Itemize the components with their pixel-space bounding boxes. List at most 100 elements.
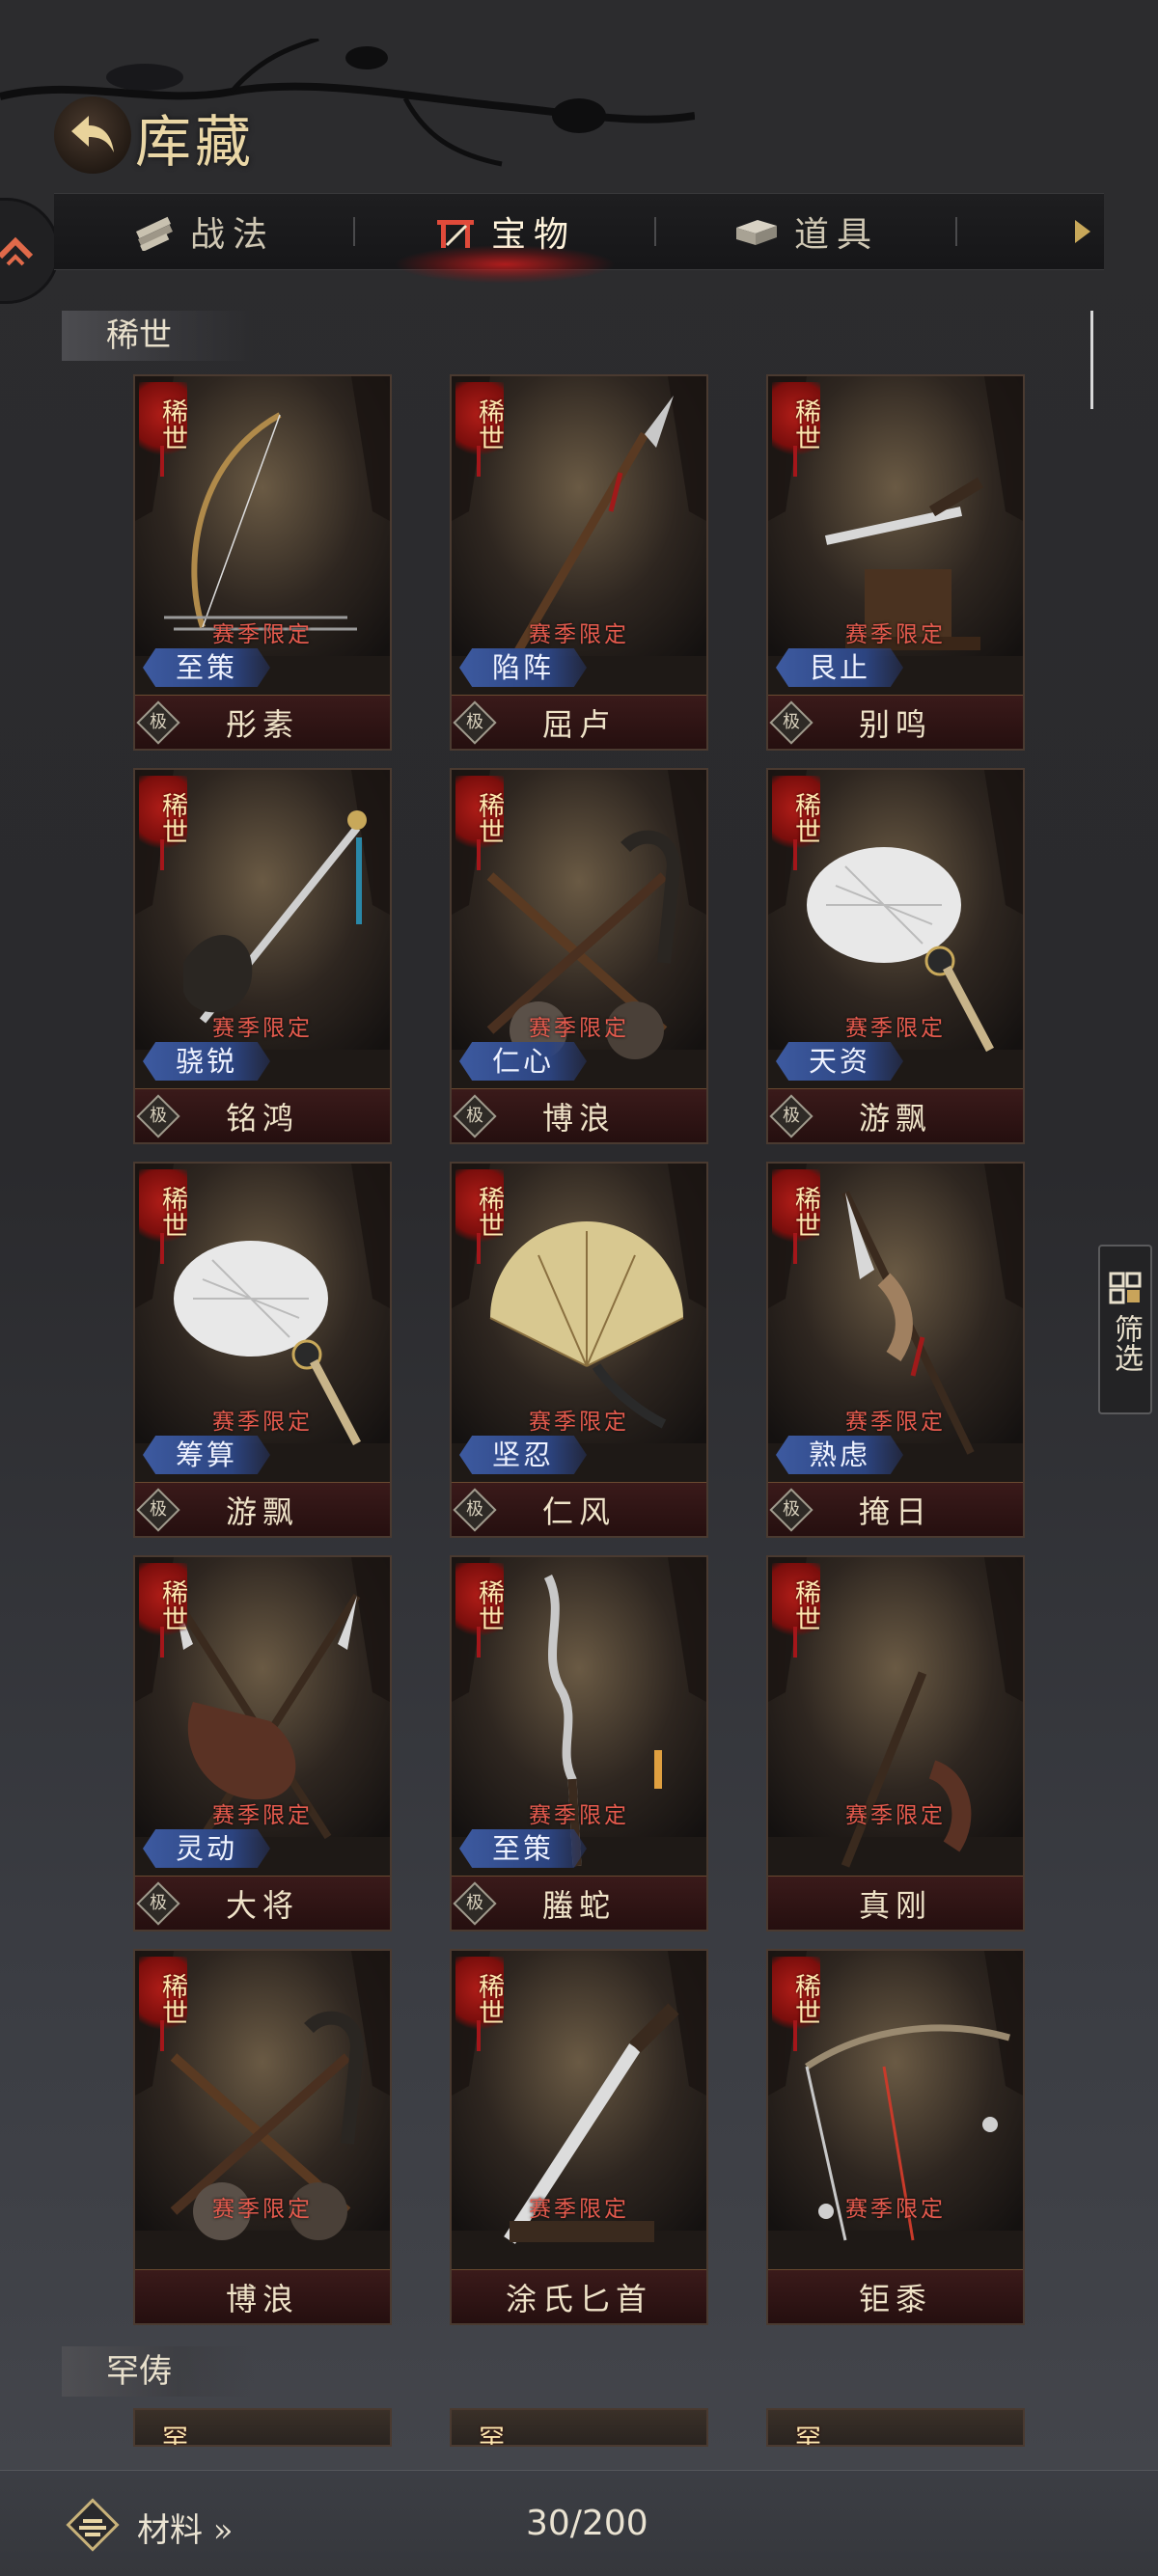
tassel-decoration <box>477 446 481 477</box>
name-bar: 极 掩日 <box>768 1482 1023 1536</box>
treasure-name: 游飘 <box>858 1099 932 1137</box>
treasure-name: 铭鸿 <box>225 1099 299 1137</box>
treasure-name: 彤素 <box>225 705 299 743</box>
skill-tag: 灵动 <box>143 1829 270 1868</box>
tassel-decoration <box>793 2020 797 2051</box>
bottom-bar: 材料 » 30/200 <box>0 2470 1158 2576</box>
skill-tag: 陷阵 <box>459 648 587 687</box>
grade-badge: 极 <box>453 700 497 745</box>
treasure-card[interactable]: 稀世 赛季限定 涂氏匕首 <box>450 1949 708 2325</box>
treasure-card[interactable]: 稀世 赛季限定 陷阵极屈卢 <box>450 374 708 751</box>
tab-tactics-label: 战法 <box>189 215 275 255</box>
treasure-name: 涂氏匕首 <box>505 2280 652 2317</box>
back-button[interactable] <box>54 96 131 174</box>
filter-label: 筛选 <box>1109 1314 1143 1372</box>
grade-label: 极 <box>466 1499 483 1520</box>
filter-button[interactable]: 筛选 <box>1098 1245 1152 1414</box>
grade-label: 极 <box>150 712 167 732</box>
treasure-name: 仁风 <box>541 1493 616 1530</box>
grade-label: 极 <box>783 1106 800 1126</box>
season-limited-label: 赛季限定 <box>845 2197 946 2222</box>
season-limited-label: 赛季限定 <box>529 1016 629 1041</box>
name-bar: 极 屈卢 <box>452 695 706 749</box>
grade-label: 极 <box>466 1893 483 1913</box>
grade-badge: 极 <box>136 1881 180 1926</box>
treasure-name: 别鸣 <box>858 705 932 743</box>
grade-badge: 极 <box>453 1094 497 1138</box>
treasure-card[interactable]: 稀世 赛季限定 至策极螣蛇 <box>450 1555 708 1932</box>
grade-label: 极 <box>150 1499 167 1520</box>
treasure-name: 钜黍 <box>858 2280 932 2317</box>
treasure-card[interactable]: 稀世 赛季限定 真刚 <box>766 1555 1025 1932</box>
grade-label: 极 <box>466 1106 483 1126</box>
back-arrow-icon <box>71 116 114 152</box>
treasure-card[interactable]: 稀世 赛季限定 熟虑极掩日 <box>766 1162 1025 1538</box>
treasure-card[interactable]: 稀世 赛季限定 博浪 <box>133 1949 392 2325</box>
name-bar: 钜黍 <box>768 2269 1023 2323</box>
tassel-decoration <box>160 446 164 477</box>
treasure-name: 螣蛇 <box>541 1886 616 1924</box>
treasure-card[interactable]: 稀世 赛季限定 骁锐极铭鸿 <box>133 768 392 1144</box>
treasure-card-partial[interactable]: 罕 <box>133 2408 392 2447</box>
rarity-badge: 罕 <box>157 2424 187 2447</box>
tassel-decoration <box>793 446 797 477</box>
season-limited-label: 赛季限定 <box>529 2197 629 2222</box>
tassel-decoration <box>477 1627 481 1658</box>
season-limited-label: 赛季限定 <box>529 622 629 647</box>
tab-items-label: 道具 <box>793 215 879 255</box>
treasure-card[interactable]: 稀世 赛季限定 艮止极别鸣 <box>766 374 1025 751</box>
treasure-card[interactable]: 稀世 赛季限定 至策极彤素 <box>133 374 392 751</box>
skill-tag: 艮止 <box>776 648 903 687</box>
rarity-badge: 罕 <box>790 2424 820 2447</box>
treasure-name: 屈卢 <box>541 705 616 743</box>
season-limited-label: 赛季限定 <box>845 1803 946 1828</box>
name-bar: 极 螣蛇 <box>452 1876 706 1930</box>
grade-badge: 极 <box>453 1488 497 1532</box>
name-bar: 涂氏匕首 <box>452 2269 706 2323</box>
next-tab-arrow-icon[interactable] <box>1075 220 1090 243</box>
skill-tag: 坚忍 <box>459 1436 587 1474</box>
season-limited-label: 赛季限定 <box>212 2197 313 2222</box>
rarity-badge: 罕 <box>474 2424 504 2447</box>
tab-treasures-label: 宝物 <box>490 215 576 255</box>
name-bar: 极 博浪 <box>452 1088 706 1142</box>
scrollbar-thumb[interactable] <box>1090 311 1093 409</box>
capacity-count: 30/200 <box>526 2504 648 2543</box>
name-bar: 极 游飘 <box>135 1482 390 1536</box>
season-limited-label: 赛季限定 <box>529 1803 629 1828</box>
skill-tag: 熟虑 <box>776 1436 903 1474</box>
grade-badge: 极 <box>769 1094 813 1138</box>
grade-badge: 极 <box>136 1488 180 1532</box>
treasure-card[interactable]: 稀世 赛季限定 仁心极博浪 <box>450 768 708 1144</box>
treasure-card-partial[interactable]: 罕 <box>450 2408 708 2447</box>
treasure-name: 游飘 <box>225 1493 299 1530</box>
treasure-card[interactable]: 稀世 赛季限定 筹算极游飘 <box>133 1162 392 1538</box>
grade-badge: 极 <box>769 1488 813 1532</box>
treasure-card[interactable]: 稀世 赛季限定 坚忍极仁风 <box>450 1162 708 1538</box>
tassel-decoration <box>160 1233 164 1264</box>
tab-tactics[interactable]: 战法 <box>54 193 353 270</box>
treasure-card[interactable]: 稀世 赛季限定 灵动极大将 <box>133 1555 392 1932</box>
tab-treasures[interactable]: 宝物 <box>355 193 654 284</box>
grade-badge: 极 <box>453 1881 497 1926</box>
section-label-uncommon: 罕俦 <box>62 2346 255 2397</box>
treasure-card-partial[interactable]: 罕 <box>766 2408 1025 2447</box>
tassel-decoration <box>477 1233 481 1264</box>
grade-badge: 极 <box>136 700 180 745</box>
tab-items[interactable]: 道具 <box>656 193 955 270</box>
grade-label: 极 <box>150 1106 167 1126</box>
tab-divider <box>955 217 957 246</box>
name-bar: 极 别鸣 <box>768 695 1023 749</box>
materials-link[interactable]: 材料 » <box>137 2504 234 2551</box>
treasure-card[interactable]: 稀世 赛季限定 钜黍 <box>766 1949 1025 2325</box>
grade-label: 极 <box>783 712 800 732</box>
tassel-decoration <box>793 839 797 870</box>
name-bar: 极 彤素 <box>135 695 390 749</box>
treasure-card[interactable]: 稀世 赛季限定 天资极游飘 <box>766 768 1025 1144</box>
skill-tag: 仁心 <box>459 1042 587 1081</box>
season-limited-label: 赛季限定 <box>212 1803 313 1828</box>
materials-icon[interactable] <box>64 2496 122 2554</box>
season-limited-label: 赛季限定 <box>212 1016 313 1041</box>
skill-tag: 天资 <box>776 1042 903 1081</box>
tassel-decoration <box>477 2020 481 2051</box>
